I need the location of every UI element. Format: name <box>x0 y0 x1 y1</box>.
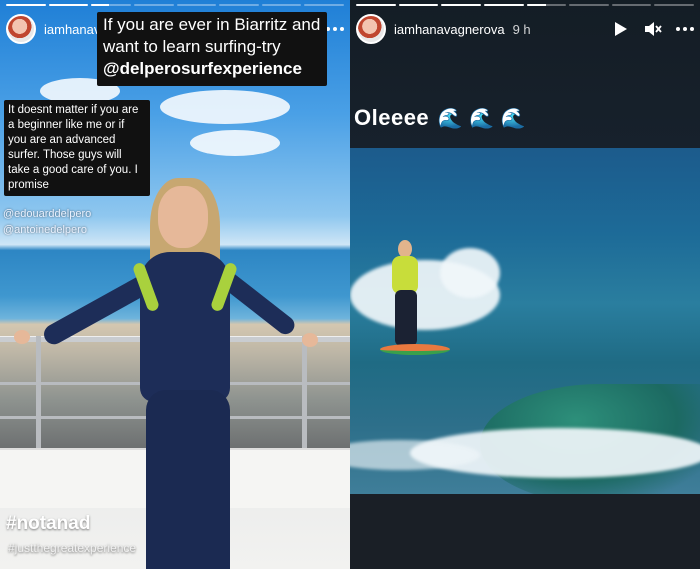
progress-segment <box>654 4 694 6</box>
person-hand <box>14 330 30 344</box>
caption-text: It doesnt matter if you are a beginner l… <box>4 100 150 196</box>
story-progress <box>6 4 344 6</box>
progress-segment <box>526 4 567 6</box>
wave-emoji: 🌊 🌊 🌊 <box>437 108 527 130</box>
railing-post <box>36 336 41 464</box>
hashtag-sub[interactable]: #justthegreatexperience <box>8 541 136 555</box>
progress-fill <box>48 4 89 6</box>
headline-line: want to learn surfing-try <box>103 37 281 56</box>
surfboard <box>380 344 450 355</box>
mention-tag[interactable]: @antoinedelpero <box>3 224 87 236</box>
hashtag-main[interactable]: #notanad <box>6 513 90 535</box>
headline-sticker: If you are ever in Biarritz and want to … <box>97 12 327 86</box>
person-wetsuit <box>140 252 230 402</box>
cloud <box>160 90 290 124</box>
story-backdrop <box>350 494 700 569</box>
play-icon[interactable] <box>612 20 630 38</box>
progress-segment <box>91 4 131 6</box>
username[interactable]: iamhanavagnerova <box>394 22 505 37</box>
mention-tag[interactable]: @edouarddelpero <box>3 208 91 220</box>
avatar[interactable] <box>6 14 36 44</box>
person-hand <box>302 333 318 347</box>
progress-fill <box>6 4 46 6</box>
progress-segment <box>219 4 259 6</box>
progress-segment <box>611 4 652 6</box>
progress-segment <box>6 4 46 6</box>
progress-fill <box>483 4 524 6</box>
railing-post <box>302 336 307 464</box>
progress-segment <box>133 4 174 6</box>
story-left[interactable]: iamhanavagnerova 9 h If you are ever in … <box>0 0 350 569</box>
progress-segment <box>569 4 609 6</box>
headline-line: If you are ever in Biarritz and <box>103 15 321 34</box>
overlay-word: Oleeee <box>354 105 430 130</box>
progress-fill <box>356 4 396 6</box>
story-right[interactable]: iamhanavagnerova 9 h Oleeee 🌊 🌊 🌊 <box>350 0 700 569</box>
person-face <box>158 186 208 248</box>
progress-segment <box>304 4 344 6</box>
story-controls <box>612 20 694 38</box>
progress-fill <box>441 4 481 6</box>
mute-icon[interactable] <box>644 20 662 38</box>
surfer-legs <box>395 290 417 346</box>
progress-segment <box>441 4 481 6</box>
progress-fill <box>91 4 110 6</box>
progress-segment <box>261 4 302 6</box>
progress-segment <box>398 4 439 6</box>
cloud <box>190 130 280 156</box>
avatar[interactable] <box>356 14 386 44</box>
progress-fill <box>398 4 439 6</box>
more-icon[interactable] <box>676 20 694 38</box>
progress-segment <box>483 4 524 6</box>
progress-segment <box>48 4 89 6</box>
story-header: iamhanavagnerova 9 h <box>356 12 694 46</box>
progress-fill <box>526 4 547 6</box>
progress-segment <box>356 4 396 6</box>
mention-sticker[interactable]: @delperosurfexperience <box>103 58 302 80</box>
more-icon[interactable] <box>326 20 344 38</box>
person-legs <box>146 390 230 569</box>
surfer-torso <box>392 256 418 294</box>
story-progress <box>356 4 694 6</box>
overlay-text: Oleeee 🌊 🌊 🌊 <box>354 105 526 131</box>
wave-foam <box>440 248 500 298</box>
progress-segment <box>176 4 217 6</box>
timestamp: 9 h <box>512 21 531 37</box>
